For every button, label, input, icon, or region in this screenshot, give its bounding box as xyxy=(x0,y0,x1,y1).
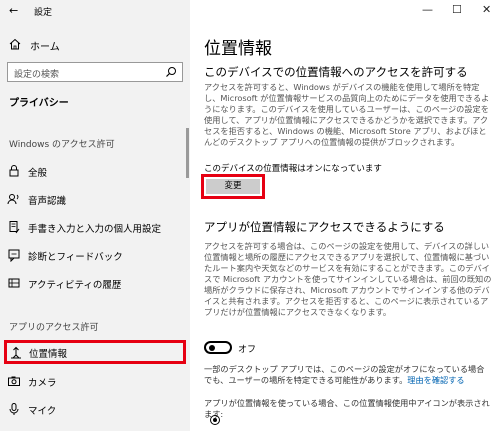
location-icon xyxy=(11,346,21,359)
windows-permissions-header: Windows のアクセス許可 xyxy=(9,140,115,150)
page-title: 位置情報 xyxy=(204,39,272,59)
device-access-description: アクセスを許可すると、Windows がデバイスの機能を使用して場所を特定し、M… xyxy=(204,82,490,147)
toggle-state-label: オフ xyxy=(238,345,257,355)
history-icon xyxy=(8,278,20,288)
main-content: — ☐ ✕ 位置情報 このデバイスでの位置情報へのアクセスを許可する アクセスを… xyxy=(190,0,500,431)
app-access-description: アクセスを許可する場合は、このページの設定を使用して、デバイスの詳しい位置情報と… xyxy=(204,241,492,317)
search-placeholder: 設定の検索 xyxy=(14,70,60,80)
change-button-highlight: 変更 xyxy=(201,174,265,199)
desktop-apps-note: 一部のデスクトップ アプリでは、このページの設定がオフになっている場合でも、ユー… xyxy=(204,364,492,386)
category-title: プライバシー xyxy=(9,98,69,109)
device-location-status: このデバイスの位置情報はオンになっています xyxy=(204,164,382,174)
nav-item-label: カメラ xyxy=(28,378,57,389)
app-access-heading: アプリが位置情報にアクセスできるようにする xyxy=(204,220,445,234)
search-icon[interactable] xyxy=(165,66,177,78)
maximize-button[interactable]: ☐ xyxy=(452,3,462,16)
nav-item-label: 手書き入力と入力の個人用設定 xyxy=(28,224,162,235)
nav-item-mic[interactable]: マイク xyxy=(0,398,186,420)
sidebar-scrollbar[interactable] xyxy=(186,128,189,178)
nav-item-general[interactable]: 全般 xyxy=(0,160,186,182)
search-input[interactable]: 設定の検索 xyxy=(7,62,183,82)
learn-why-link[interactable]: 理由を確認する xyxy=(407,375,464,385)
nav-item-diagnostics[interactable]: 診断とフィードバック xyxy=(0,244,186,266)
nav-item-speech[interactable]: 音声認識 xyxy=(0,188,186,210)
toggle-knob xyxy=(209,345,215,351)
location-toggle[interactable] xyxy=(204,341,232,354)
change-button[interactable]: 変更 xyxy=(206,179,260,194)
sidebar: ← 設定 ホーム 設定の検索 プライバシー Windows のアクセス許可 全般… xyxy=(0,0,190,431)
nav-item-label: 位置情報 xyxy=(29,349,68,360)
close-button[interactable]: ✕ xyxy=(482,3,491,16)
nav-item-camera[interactable]: カメラ xyxy=(0,370,186,392)
nav-item-label: 全般 xyxy=(28,168,48,179)
camera-icon xyxy=(8,376,20,386)
nav-item-location[interactable]: 位置情報 xyxy=(4,340,186,364)
app-title: 設定 xyxy=(34,8,53,18)
nav-item-activity-history[interactable]: アクティビティの履歴 xyxy=(0,272,186,294)
nav-item-handwriting[interactable]: 手書き入力と入力の個人用設定 xyxy=(0,216,186,238)
feedback-icon xyxy=(8,249,20,262)
nav-item-label: マイク xyxy=(28,406,57,417)
speech-icon xyxy=(7,194,19,205)
app-permissions-header: アプリのアクセス許可 xyxy=(9,323,99,333)
minimize-button[interactable]: — xyxy=(422,3,433,16)
device-access-heading: このデバイスでの位置情報へのアクセスを許可する xyxy=(204,65,468,79)
nav-home[interactable]: ホーム xyxy=(0,34,190,56)
nav-home-label: ホーム xyxy=(30,42,60,53)
location-icon-note: アプリが位置情報を使っている場合、この位置情報使用中アイコンが表示されます: xyxy=(204,398,490,419)
title-bar: ← 設定 xyxy=(0,0,190,20)
mic-icon xyxy=(9,403,19,415)
back-arrow-icon[interactable]: ← xyxy=(9,4,18,17)
nav-item-label: 診断とフィードバック xyxy=(28,252,123,263)
pen-icon xyxy=(9,221,20,234)
window-controls: — ☐ ✕ xyxy=(410,0,500,20)
home-icon xyxy=(9,38,21,50)
lock-icon xyxy=(9,165,19,177)
nav-item-label: 音声認識 xyxy=(28,196,67,207)
location-in-use-icon xyxy=(210,415,220,425)
nav-item-label: アクティビティの履歴 xyxy=(28,280,122,291)
